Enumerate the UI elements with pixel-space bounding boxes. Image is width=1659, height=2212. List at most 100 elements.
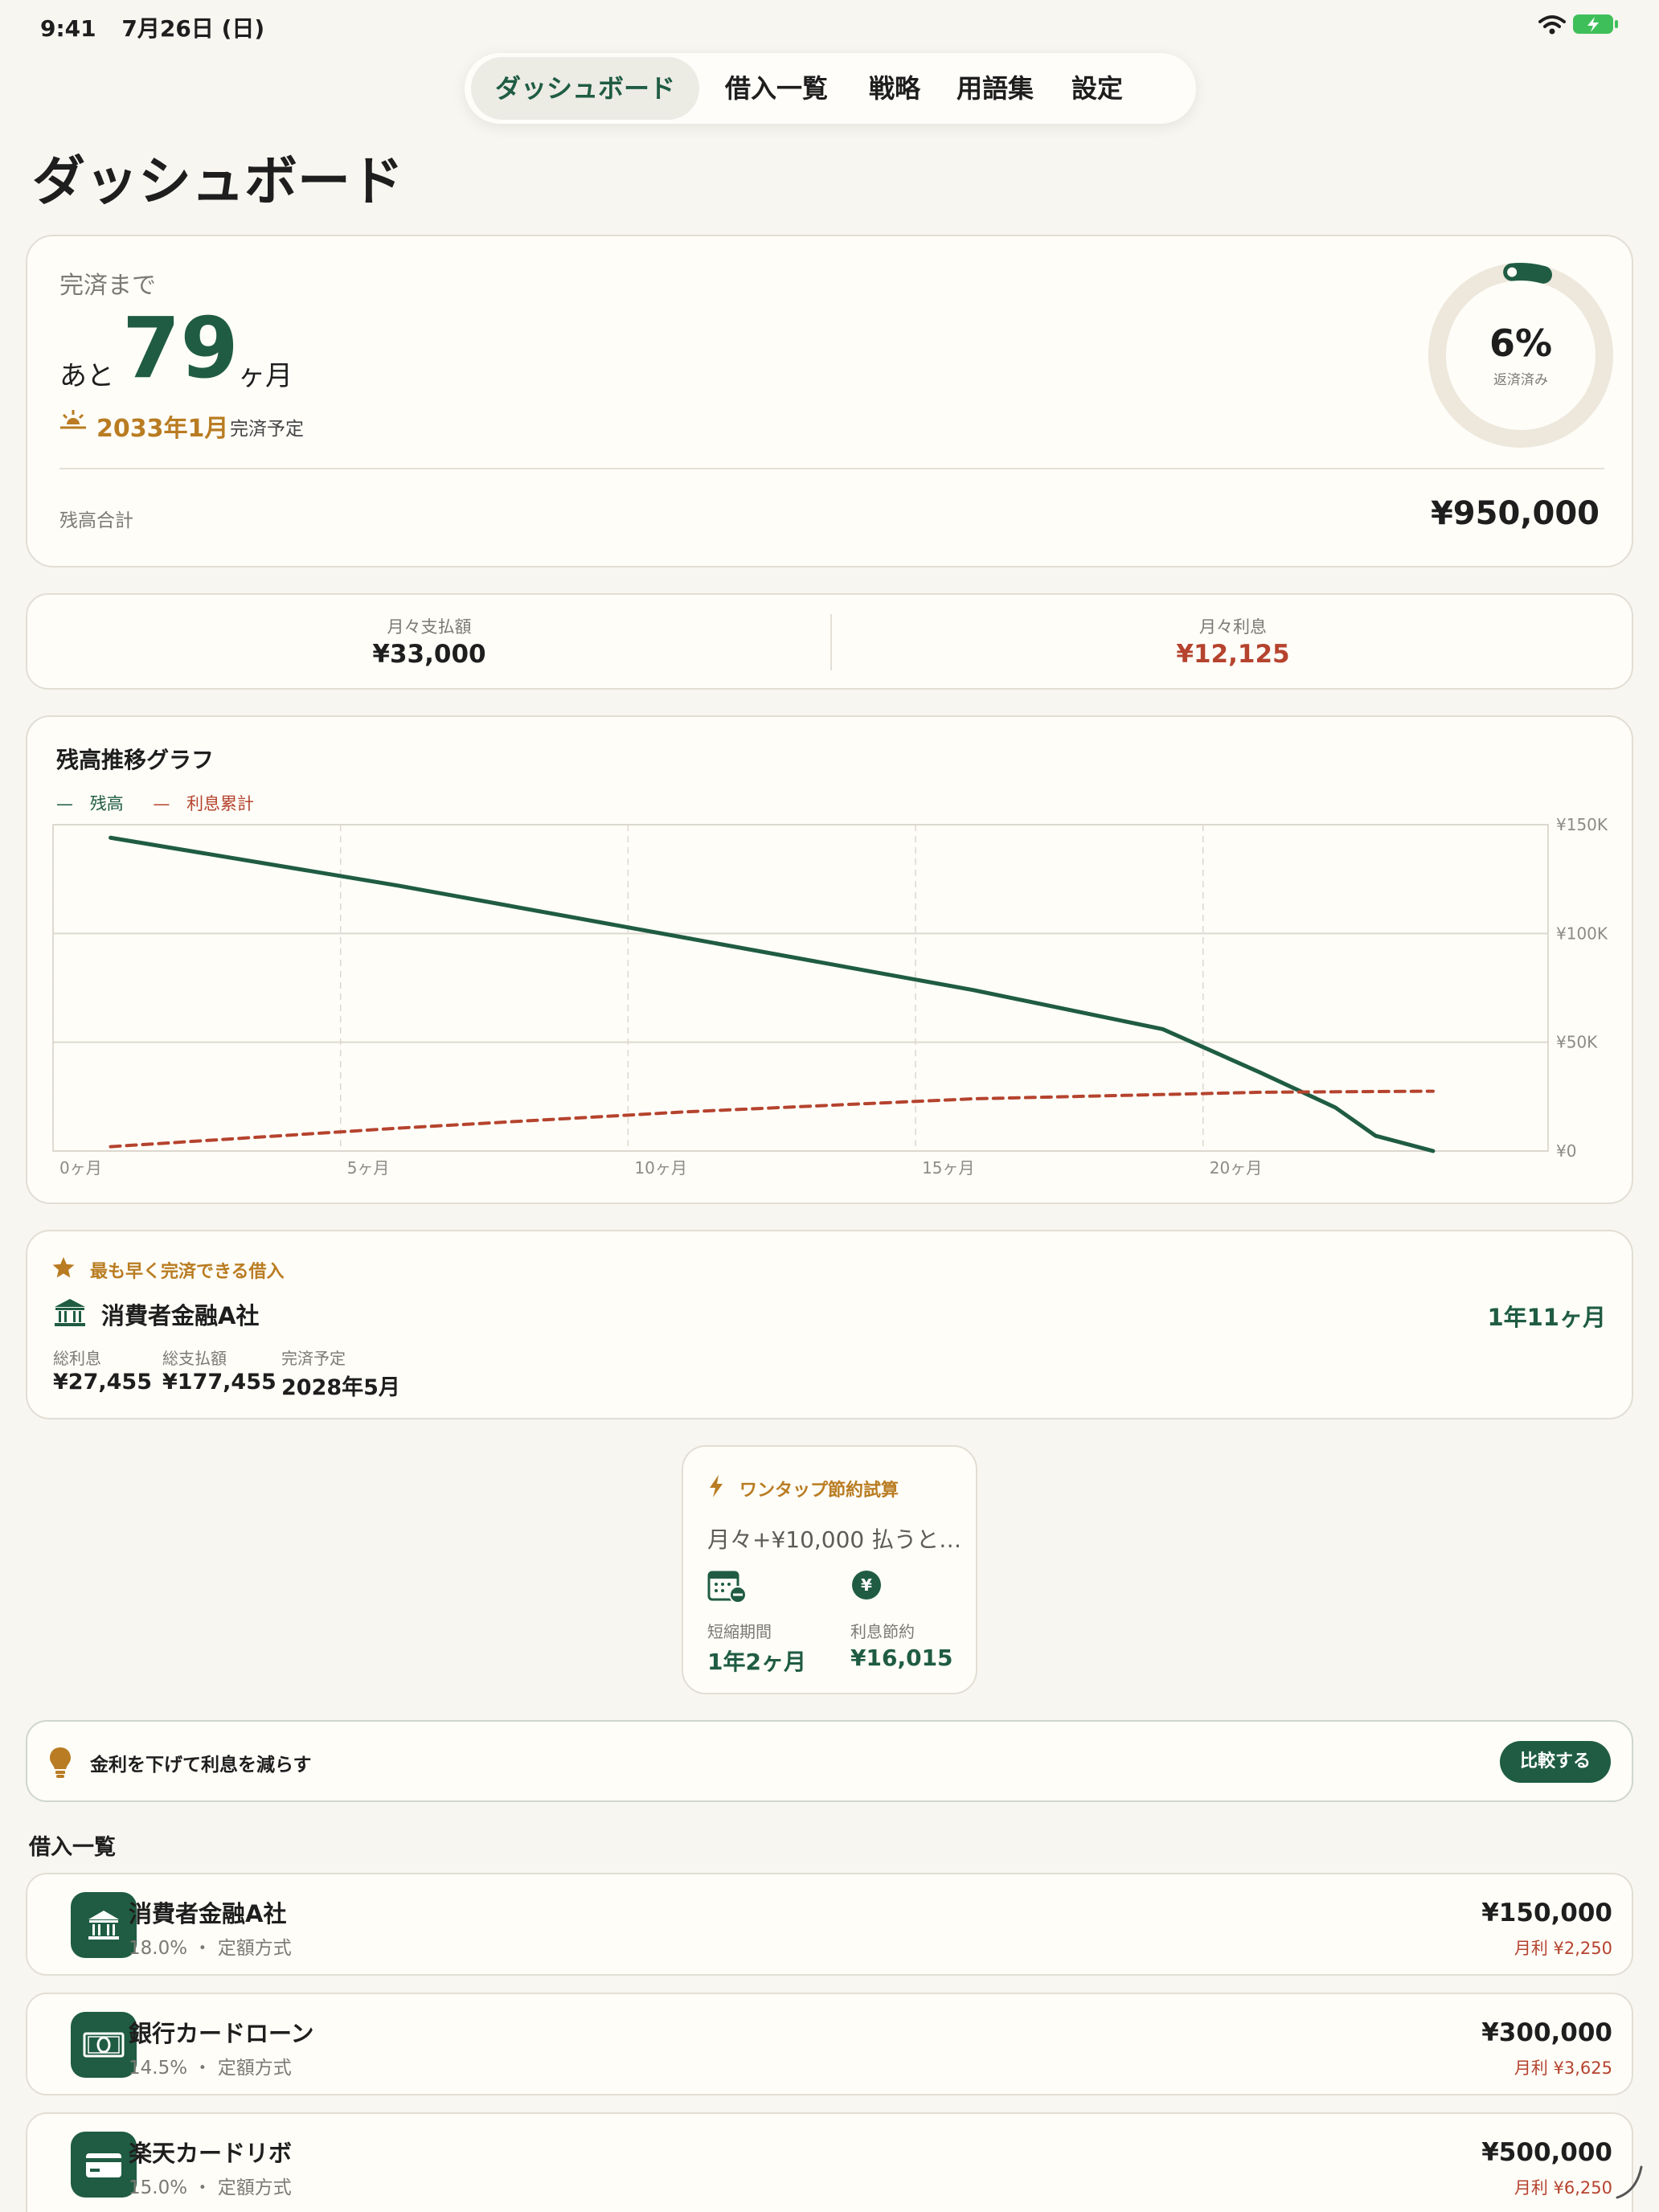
status-date: 7月26日 (日) xyxy=(121,15,265,42)
page-title: ダッシュボード xyxy=(32,150,403,212)
y-tick-label: ¥100K xyxy=(1556,924,1608,943)
loan-monthly-interest: 月利 ¥2,250 xyxy=(1514,1939,1612,1958)
balance-value: ¥950,000 xyxy=(1430,495,1600,532)
bank-icon xyxy=(71,1892,137,1958)
progress-ring: 6% 返済済み xyxy=(1424,259,1617,452)
progress-label: 返済済み xyxy=(1493,372,1548,388)
tab-dashboard[interactable]: ダッシュボード xyxy=(471,57,699,120)
status-bar: 9:41 7月26日 (日) xyxy=(40,11,264,43)
monthly-stats-card: 月々支払額 ¥33,000 月々利息 ¥12,125 xyxy=(26,593,1633,690)
compare-button[interactable]: 比較する xyxy=(1500,1741,1611,1783)
loan-monthly-interest: 月利 ¥6,250 xyxy=(1514,2178,1612,2198)
earliest-date-label: 完済予定 xyxy=(281,1349,346,1368)
loan-rate: 15.0% ・ 定額方式 xyxy=(129,2172,292,2199)
until-label: 完済まで xyxy=(59,272,156,300)
bank-icon xyxy=(53,1297,87,1328)
monthly-payment-value: ¥33,000 xyxy=(372,640,486,669)
x-tick-label: 10ヶ月 xyxy=(634,1158,686,1178)
star-icon xyxy=(51,1256,76,1280)
earliest-duration: 1年11ヶ月 xyxy=(1487,1304,1606,1331)
loan-monthly-interest: 月利 ¥3,625 xyxy=(1514,2058,1612,2078)
x-tick-label: 15ヶ月 xyxy=(922,1158,974,1178)
y-tick-label: ¥150K xyxy=(1556,815,1608,834)
sunrise-icon xyxy=(59,408,87,432)
loan-method: 定額方式 xyxy=(217,1938,292,1959)
dot-separator: ・ xyxy=(187,2177,218,2198)
balance-chart: ¥150K ¥100K ¥50K ¥0 0ヶ月 5ヶ月 10ヶ月 15ヶ月 20ヶ月 xyxy=(52,815,1608,1178)
remaining-suffix: ヶ月 xyxy=(238,360,293,392)
wifi-icon xyxy=(1538,14,1566,35)
x-tick-label: 0ヶ月 xyxy=(59,1158,102,1178)
simulation-title: ワンタップ節約試算 xyxy=(739,1481,899,1501)
balance-series-line xyxy=(109,835,1436,1153)
shorten-value: 1年2ヶ月 xyxy=(707,1649,806,1675)
credit-card-icon xyxy=(71,2132,137,2198)
loan-rate: 18.0% ・ 定額方式 xyxy=(129,1932,292,1960)
loan-balance: ¥150,000 xyxy=(1481,1899,1612,1927)
dot-separator: ・ xyxy=(187,2058,218,2079)
monthly-interest-value: ¥12,125 xyxy=(1176,640,1290,669)
tab-glossary[interactable]: 用語集 xyxy=(942,57,1048,120)
shorten-label: 短縮期間 xyxy=(707,1622,772,1641)
earliest-total-value: ¥177,455 xyxy=(162,1370,276,1395)
loan-rate-value: 15.0% xyxy=(129,2177,188,2198)
loans-section-title: 借入一覧 xyxy=(29,1835,116,1860)
home-indicator-corner xyxy=(1614,2162,1646,2202)
tip-text: 金利を下げて利息を減らす xyxy=(90,1755,312,1776)
earliest-badge: 最も早く完済できる借入 xyxy=(90,1262,285,1282)
loan-row[interactable]: 消費者金融A社 18.0% ・ 定額方式 ¥150,000 月利 ¥2,250 xyxy=(26,1873,1633,1976)
save-value: ¥16,015 xyxy=(850,1645,953,1671)
banknote-icon xyxy=(71,2012,137,2078)
loan-name: 楽天カードリボ xyxy=(129,2140,293,2167)
x-tick-label: 20ヶ月 xyxy=(1210,1158,1262,1178)
savings-simulation-card[interactable]: ワンタップ節約試算 月々+¥10,000 払うと… ¥ 短縮期間 1年2ヶ月 利… xyxy=(682,1445,977,1694)
loan-balance: ¥300,000 xyxy=(1481,2018,1612,2047)
earliest-loan-name: 消費者金融A社 xyxy=(101,1302,260,1329)
tab-strategy[interactable]: 戦略 xyxy=(855,57,934,120)
loan-row[interactable]: 銀行カードローン 14.5% ・ 定額方式 ¥300,000 月利 ¥3,625 xyxy=(26,1993,1633,2095)
x-tick-label: 5ヶ月 xyxy=(347,1158,390,1178)
payoff-date: 2033年1月 xyxy=(96,415,229,443)
yen-coin-icon: ¥ xyxy=(850,1569,883,1601)
summary-divider xyxy=(59,468,1604,469)
earliest-interest-value: ¥27,455 xyxy=(53,1370,152,1395)
dot-separator: ・ xyxy=(187,1938,218,1959)
y-tick-label: ¥50K xyxy=(1556,1033,1598,1052)
earliest-interest-label: 総利息 xyxy=(53,1349,101,1368)
status-time: 9:41 xyxy=(40,15,96,42)
payoff-date-suffix: 完済予定 xyxy=(230,419,304,440)
y-tick-label: ¥0 xyxy=(1556,1141,1576,1161)
remaining-prefix: あと xyxy=(59,360,114,392)
interest-series-line xyxy=(109,1089,1435,1149)
loan-row[interactable]: 楽天カードリボ 15.0% ・ 定額方式 ¥500,000 月利 ¥6,250 xyxy=(26,2112,1633,2212)
loan-name: 銀行カードローン xyxy=(129,2020,314,2047)
svg-text:¥: ¥ xyxy=(861,1575,872,1595)
remaining-months: 79 xyxy=(122,299,239,397)
battery-icon xyxy=(1572,13,1619,35)
tab-settings[interactable]: 設定 xyxy=(1058,57,1137,120)
earliest-total-label: 総支払額 xyxy=(162,1349,227,1368)
monthly-payment-label: 月々支払額 xyxy=(387,617,472,637)
simulation-subtitle: 月々+¥10,000 払うと… xyxy=(707,1526,962,1553)
loan-rate-value: 18.0% xyxy=(129,1938,188,1959)
calendar-minus-icon xyxy=(707,1569,748,1604)
loan-rate: 14.5% ・ 定額方式 xyxy=(129,2052,292,2079)
earliest-date-value: 2028年5月 xyxy=(281,1375,400,1400)
balance-graph-card: 残高推移グラフ — 残高 — 利息累計 ¥150K ¥100K ¥50K ¥0 0ヶ月 5… xyxy=(26,715,1633,1204)
tab-bar: ダッシュボード 借入一覧 戦略 用語集 設定 xyxy=(465,53,1196,124)
balance-label: 残高合計 xyxy=(59,510,133,531)
tab-loans[interactable]: 借入一覧 xyxy=(706,57,847,120)
earliest-payoff-card: 最も早く完済できる借入 消費者金融A社 1年11ヶ月 総利息 ¥27,455 総… xyxy=(26,1230,1633,1419)
loan-method: 定額方式 xyxy=(217,2177,292,2198)
progress-percent: 6% xyxy=(1489,322,1553,365)
lightbulb-icon xyxy=(48,1746,72,1780)
monthly-interest-label: 月々利息 xyxy=(1199,617,1267,637)
save-label: 利息節約 xyxy=(850,1622,915,1641)
loan-name: 消費者金融A社 xyxy=(129,1900,287,1927)
loan-method: 定額方式 xyxy=(217,2058,292,2079)
loan-balance: ¥500,000 xyxy=(1481,2138,1612,2167)
payoff-summary-card: 完済まで あと 79 ヶ月 2033年1月 完済予定 残高合計 ¥950,000… xyxy=(26,235,1633,567)
loan-rate-value: 14.5% xyxy=(129,2058,188,2079)
rate-tip-bar: 金利を下げて利息を減らす 比較する xyxy=(26,1720,1633,1802)
bolt-icon xyxy=(707,1474,725,1498)
